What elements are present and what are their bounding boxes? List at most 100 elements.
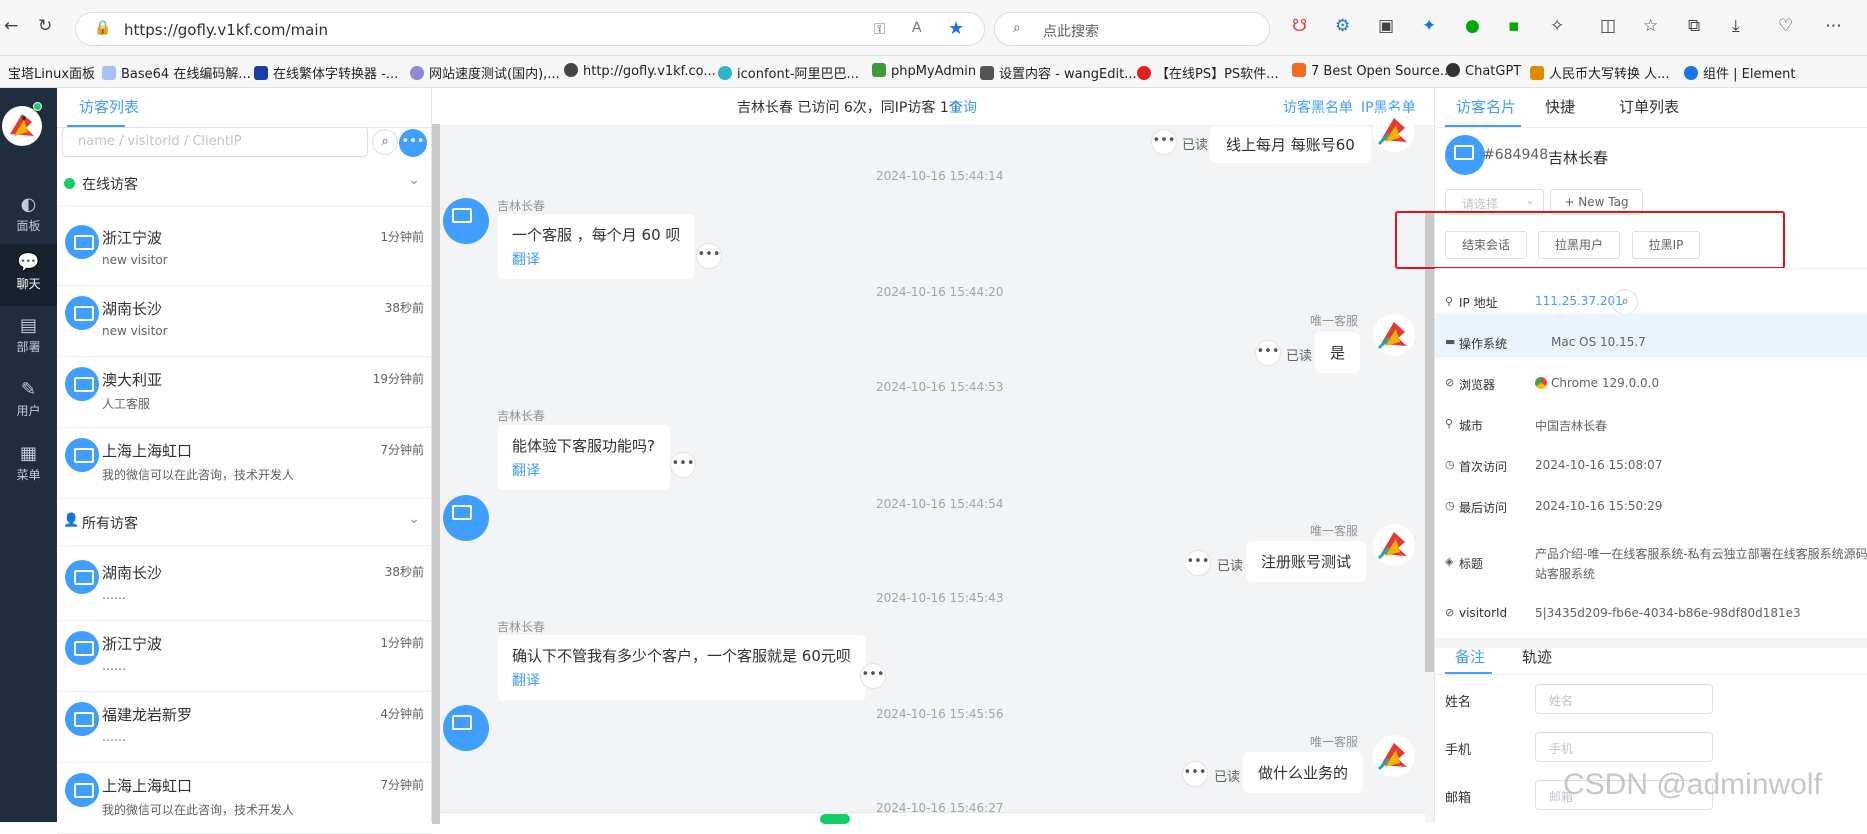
end-session-button[interactable]: 结束会话 bbox=[1445, 231, 1527, 259]
tab-order-list[interactable]: 订单列表 bbox=[1619, 96, 1679, 117]
bookmark[interactable]: iconfont-阿里巴巴... bbox=[718, 63, 859, 82]
lock-icon: 🔒 bbox=[94, 20, 112, 36]
message-more-button[interactable]: ••• bbox=[1185, 550, 1211, 576]
block-user-button[interactable]: 拉黑用户 bbox=[1538, 231, 1620, 259]
bookmark[interactable]: 在线繁体字转换器 -... bbox=[254, 63, 398, 82]
rail-item-user[interactable]: ✎ 用户 bbox=[0, 371, 57, 433]
online-visitors-group[interactable]: 在线访客 ⌄ bbox=[57, 160, 432, 207]
read-aloud-icon[interactable]: A bbox=[912, 20, 922, 36]
translate-link[interactable]: 翻译 bbox=[512, 460, 655, 480]
visitor-row[interactable]: 湖南长沙 …… 38秒前 bbox=[57, 550, 432, 621]
bookmark[interactable]: 人民币大写转换 人... bbox=[1530, 63, 1670, 82]
field-label: 浏览器 bbox=[1459, 378, 1496, 392]
performance-icon[interactable]: ♡ bbox=[1778, 16, 1793, 36]
address-bar[interactable]: 🔒 https://gofly.v1kf.com/main ⚿ A ★ bbox=[75, 12, 985, 46]
bookmark[interactable]: http://gofly.v1kf.co... bbox=[564, 63, 716, 79]
visitor-row[interactable]: 上海上海虹口 我的微信可以在此咨询，技术开发人 7分钟前 bbox=[57, 763, 432, 834]
url-text: https://gofly.v1kf.com/main bbox=[124, 21, 329, 39]
rail-item-dashboard[interactable]: ◐ 面板 bbox=[0, 186, 57, 248]
monitor-icon bbox=[65, 773, 99, 807]
tab-track[interactable]: 轨迹 bbox=[1522, 646, 1552, 667]
rail-item-menu[interactable]: ▦ 菜单 bbox=[0, 435, 57, 497]
bookmark[interactable]: 网站速度测试(国内),... bbox=[410, 63, 560, 82]
first-visit-value: 2024-10-16 15:08:07 bbox=[1535, 458, 1663, 472]
city-icon: ⚲ bbox=[1445, 417, 1454, 430]
search-icon[interactable]: ⌕ bbox=[1612, 289, 1638, 315]
bookmark[interactable]: phpMyAdmin bbox=[872, 63, 976, 79]
bookmark[interactable]: 宝塔Linux面板 bbox=[8, 63, 95, 82]
visitor-row[interactable]: 澳大利亚 人工客服 19分钟前 bbox=[57, 357, 432, 428]
read-status: 已读 bbox=[1214, 770, 1241, 785]
reload-icon[interactable]: ↻ bbox=[38, 16, 52, 36]
phone-field[interactable]: 手机 bbox=[1535, 732, 1713, 762]
visitor-row[interactable]: 福建龙岩新罗 …… 4分钟前 bbox=[57, 692, 432, 763]
more-icon[interactable]: ⋯ bbox=[1825, 16, 1842, 36]
visitor-row[interactable]: 上海上海虹口 我的微信可以在此咨询，技术开发人 7分钟前 bbox=[57, 428, 432, 499]
visitor-last-message: 我的微信可以在此咨询，技术开发人 bbox=[102, 803, 295, 817]
split-screen-icon[interactable]: ◫ bbox=[1600, 16, 1616, 36]
back-icon[interactable]: ← bbox=[4, 16, 18, 36]
puzzle-icon[interactable]: ✦ bbox=[1422, 16, 1436, 36]
tab-quick-replies[interactable]: 快捷 bbox=[1545, 96, 1575, 117]
search-icon: ⌕ bbox=[1013, 20, 1021, 36]
agent-avatar bbox=[1373, 524, 1415, 566]
message-more-button[interactable]: ••• bbox=[696, 243, 722, 269]
extension-icon[interactable]: ⚙ bbox=[1335, 16, 1350, 36]
monitor-icon bbox=[65, 631, 99, 665]
visitor-avatar-monitor-icon bbox=[443, 705, 489, 751]
message-more-button[interactable]: ••• bbox=[1182, 761, 1208, 787]
bookmark[interactable]: 7 Best Open Source... bbox=[1292, 63, 1452, 79]
block-ip-button[interactable]: 拉黑IP bbox=[1632, 231, 1700, 259]
extension-icon[interactable]: ● bbox=[1465, 16, 1480, 36]
chevron-down-icon: ⌄ bbox=[1524, 193, 1535, 207]
page-title-value: 产品介绍-唯一在线客服系统-私有云独立部署在线客服系统源码 bbox=[1535, 547, 1867, 561]
extension-icon[interactable]: ▪ bbox=[1508, 16, 1520, 36]
message-more-button[interactable]: ••• bbox=[1151, 129, 1177, 155]
search-icon[interactable]: ⌕ bbox=[372, 129, 398, 155]
all-visitors-group[interactable]: 👤 所有访客 ⌄ bbox=[57, 499, 432, 546]
message-more-button[interactable]: ••• bbox=[1255, 340, 1281, 366]
visitor-last-message: new visitor bbox=[102, 253, 168, 267]
collections-icon[interactable]: ⧉ bbox=[1688, 16, 1700, 36]
extensions-icon[interactable]: ✧ bbox=[1550, 16, 1564, 36]
tab-notes[interactable]: 备注 bbox=[1455, 646, 1485, 667]
favorites-icon[interactable]: ☆ bbox=[1643, 16, 1658, 36]
visitor-row[interactable]: 浙江宁波 …… 1分钟前 bbox=[57, 621, 432, 692]
translate-link[interactable]: 翻译 bbox=[512, 249, 680, 269]
extension-icon[interactable]: ☋ bbox=[1292, 16, 1307, 36]
favorite-star-icon[interactable]: ★ bbox=[948, 18, 964, 39]
name-field[interactable]: 姓名 bbox=[1535, 684, 1713, 714]
monitor-icon bbox=[65, 560, 99, 594]
visitor-message: 一个客服 ，每个月 60 呗翻译 bbox=[497, 214, 696, 279]
visitor-row[interactable]: 浙江宁波 new visitor 1分钟前 bbox=[57, 215, 432, 286]
bookmark[interactable]: 设置内容 - wangEdit... bbox=[980, 63, 1137, 82]
visitor-list-scrollbar[interactable] bbox=[432, 124, 440, 824]
agent-avatar bbox=[1373, 110, 1415, 152]
message-more-button[interactable]: ••• bbox=[860, 663, 886, 689]
visitor-blacklist-link[interactable]: 访客黑名单 bbox=[1283, 97, 1353, 117]
visitor-search-input[interactable]: name / visitorId / ClientIP bbox=[62, 127, 368, 157]
bookmark[interactable]: 【在线PS】PS软件... bbox=[1137, 63, 1279, 82]
more-options-button[interactable]: ••• bbox=[399, 129, 427, 157]
bookmark[interactable]: ChatGPT bbox=[1446, 63, 1521, 79]
tab-visitor-list[interactable]: 访客列表 bbox=[79, 96, 139, 117]
chat-scrollbar[interactable] bbox=[1425, 212, 1434, 672]
tab-visitor-card[interactable]: 访客名片 bbox=[1456, 96, 1516, 117]
query-link[interactable]: 查询 bbox=[949, 97, 977, 117]
rail-item-chat[interactable]: 💬 聊天 bbox=[0, 244, 57, 306]
download-icon[interactable]: ⤓ bbox=[1732, 16, 1740, 36]
monitor-icon bbox=[65, 225, 99, 259]
message-more-button[interactable]: ••• bbox=[670, 452, 696, 478]
ip-address-value[interactable]: 111.25.37.201 bbox=[1535, 294, 1623, 308]
agent-message: 注册账号测试 bbox=[1246, 541, 1367, 582]
visitor-row[interactable]: 湖南长沙 new visitor 38秒前 bbox=[57, 286, 432, 357]
rail-item-deploy[interactable]: ▤ 部署 bbox=[0, 307, 57, 369]
bookmark[interactable]: 组件 | Element bbox=[1684, 63, 1795, 82]
toggle-switch[interactable] bbox=[820, 814, 850, 824]
extension-icon[interactable]: ▣ bbox=[1378, 16, 1394, 36]
key-icon[interactable]: ⚿ bbox=[874, 20, 885, 38]
browser-search-box[interactable]: ⌕ 点此搜索 bbox=[994, 12, 1270, 46]
translate-link[interactable]: 翻译 bbox=[512, 670, 851, 690]
chat-icon: 💬 bbox=[17, 252, 40, 273]
bookmark[interactable]: Base64 在线编码解... bbox=[102, 63, 251, 82]
